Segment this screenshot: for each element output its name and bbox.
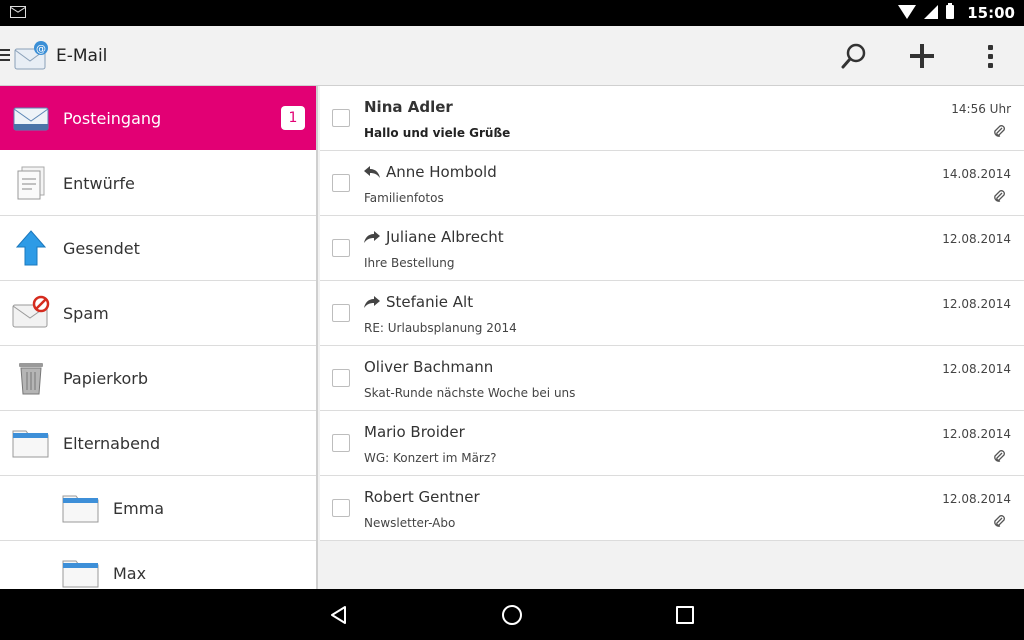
folder-icon bbox=[62, 560, 99, 588]
inbox-icon bbox=[13, 107, 49, 131]
message-date: 12.08.2014 bbox=[942, 232, 1011, 246]
attachment-icon bbox=[994, 125, 1005, 137]
drafts-icon bbox=[17, 166, 45, 200]
message-subject: RE: Urlaubsplanung 2014 bbox=[364, 321, 517, 335]
spam-icon bbox=[12, 295, 50, 328]
mail-notification-icon bbox=[10, 6, 26, 18]
sidebar-item-elternabend[interactable]: Elternabend bbox=[0, 411, 316, 476]
message-checkbox[interactable] bbox=[332, 434, 350, 452]
sidebar-item-papierkorb[interactable]: Papierkorb bbox=[0, 346, 316, 411]
svg-text:@: @ bbox=[36, 44, 46, 55]
folder-icon bbox=[62, 495, 99, 523]
sidebar-item-label: Elternabend bbox=[63, 434, 161, 453]
sidebar-item-emma[interactable]: Emma bbox=[0, 476, 316, 541]
app-title: E-Mail bbox=[56, 46, 108, 66]
message-checkbox[interactable] bbox=[332, 109, 350, 127]
folder-sidebar: Posteingang 1 Entwürfe Gesendet Spam Pap… bbox=[0, 86, 318, 589]
message-sender: Nina Adler bbox=[364, 98, 453, 116]
wifi-icon bbox=[898, 5, 916, 19]
attachment-icon bbox=[994, 515, 1005, 527]
sidebar-item-label: Emma bbox=[113, 499, 165, 518]
more-options-button[interactable] bbox=[970, 38, 1010, 74]
sidebar-item-label: Entwürfe bbox=[63, 174, 135, 193]
attachment-icon bbox=[994, 190, 1005, 202]
message-date: 12.08.2014 bbox=[942, 362, 1011, 376]
message-date: 14:56 Uhr bbox=[951, 102, 1011, 116]
forward-icon bbox=[364, 296, 380, 308]
more-vertical-icon bbox=[987, 44, 993, 50]
status-time: 15:00 bbox=[967, 4, 1015, 22]
message-row[interactable]: Juliane Albrecht Ihre Bestellung 12.08.2… bbox=[320, 216, 1024, 281]
message-sender: Juliane Albrecht bbox=[364, 228, 504, 246]
menu-icon[interactable] bbox=[0, 49, 10, 63]
message-checkbox[interactable] bbox=[332, 369, 350, 387]
message-date: 14.08.2014 bbox=[942, 167, 1011, 181]
message-row[interactable]: Oliver Bachmann Skat-Runde nächste Woche… bbox=[320, 346, 1024, 411]
add-button[interactable] bbox=[902, 38, 942, 74]
message-subject: Hallo und viele Grüße bbox=[364, 126, 511, 140]
message-subject: Skat-Runde nächste Woche bei uns bbox=[364, 386, 576, 400]
sidebar-item-spam[interactable]: Spam bbox=[0, 281, 316, 346]
message-checkbox[interactable] bbox=[332, 239, 350, 257]
unread-count-badge: 1 bbox=[281, 106, 305, 130]
signal-icon bbox=[924, 5, 938, 19]
message-checkbox[interactable] bbox=[332, 174, 350, 192]
home-icon[interactable] bbox=[502, 605, 522, 625]
action-bar: @ E-Mail bbox=[0, 26, 1024, 86]
message-checkbox[interactable] bbox=[332, 499, 350, 517]
forward-icon bbox=[364, 231, 380, 243]
message-date: 12.08.2014 bbox=[942, 492, 1011, 506]
search-icon bbox=[841, 43, 866, 69]
recents-icon[interactable] bbox=[676, 606, 694, 624]
sidebar-item-label: Spam bbox=[63, 304, 109, 323]
folder-icon bbox=[12, 430, 49, 458]
search-button[interactable] bbox=[834, 38, 874, 74]
sidebar-item-label: Gesendet bbox=[63, 239, 140, 258]
message-subject: Newsletter-Abo bbox=[364, 516, 456, 530]
sent-icon bbox=[15, 230, 47, 266]
mail-app-icon[interactable]: @ bbox=[14, 40, 50, 70]
back-icon[interactable] bbox=[330, 606, 348, 624]
message-row[interactable]: Stefanie Alt RE: Urlaubsplanung 2014 12.… bbox=[320, 281, 1024, 346]
message-sender: Mario Broider bbox=[364, 423, 465, 441]
message-checkbox[interactable] bbox=[332, 304, 350, 322]
message-sender: Robert Gentner bbox=[364, 488, 480, 506]
message-row[interactable]: Anne Hombold Familienfotos 14.08.2014 bbox=[320, 151, 1024, 216]
message-row[interactable]: Nina Adler Hallo und viele Grüße 14:56 U… bbox=[320, 86, 1024, 151]
trash-icon bbox=[19, 363, 43, 395]
sidebar-item-label: Papierkorb bbox=[63, 369, 148, 388]
sidebar-item-posteingang[interactable]: Posteingang 1 bbox=[0, 86, 316, 150]
status-bar: 15:00 bbox=[0, 0, 1024, 26]
system-navigation-bar bbox=[0, 589, 1024, 640]
message-subject: Ihre Bestellung bbox=[364, 256, 455, 270]
message-row[interactable]: Robert Gentner Newsletter-Abo 12.08.2014 bbox=[320, 476, 1024, 541]
message-subject: WG: Konzert im März? bbox=[364, 451, 497, 465]
sidebar-item-gesendet[interactable]: Gesendet bbox=[0, 216, 316, 281]
attachment-icon bbox=[994, 450, 1005, 462]
message-date: 12.08.2014 bbox=[942, 427, 1011, 441]
sidebar-item-label: Max bbox=[113, 564, 147, 583]
sidebar-item-label: Posteingang bbox=[63, 109, 162, 128]
message-date: 12.08.2014 bbox=[942, 297, 1011, 311]
message-sender: Anne Hombold bbox=[364, 163, 497, 181]
add-icon bbox=[910, 44, 934, 68]
sidebar-item-max[interactable]: Max bbox=[0, 541, 316, 589]
message-row[interactable]: Mario Broider WG: Konzert im März? 12.08… bbox=[320, 411, 1024, 476]
message-list: Nina Adler Hallo und viele Grüße 14:56 U… bbox=[320, 86, 1024, 589]
battery-icon bbox=[946, 3, 954, 19]
reply-icon bbox=[364, 166, 380, 178]
sidebar-item-entwuerfe[interactable]: Entwürfe bbox=[0, 151, 316, 216]
message-sender: Oliver Bachmann bbox=[364, 358, 494, 376]
message-sender: Stefanie Alt bbox=[364, 293, 473, 311]
message-subject: Familienfotos bbox=[364, 191, 444, 205]
